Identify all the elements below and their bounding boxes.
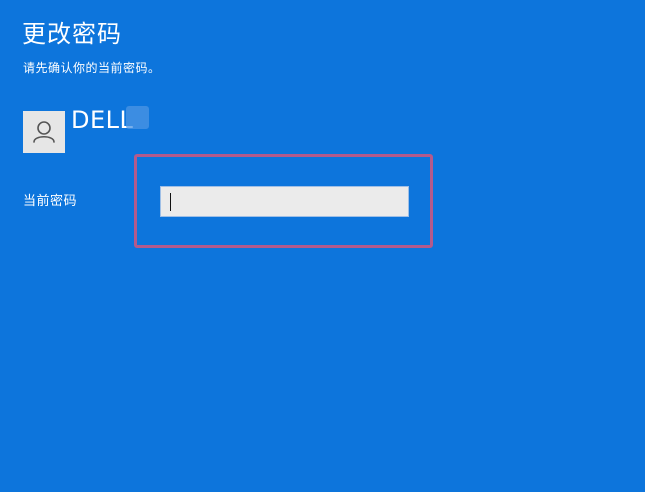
avatar xyxy=(23,111,65,153)
current-password-label: 当前密码 xyxy=(23,194,78,209)
text-caret xyxy=(170,193,171,211)
page-subtitle: 请先确认你的当前密码。 xyxy=(23,61,161,75)
page-title: 更改密码 xyxy=(22,20,122,48)
account-name: DELL xyxy=(71,106,134,134)
current-password-input[interactable] xyxy=(160,186,409,217)
redaction-mark xyxy=(126,106,149,129)
user-icon xyxy=(33,121,55,143)
